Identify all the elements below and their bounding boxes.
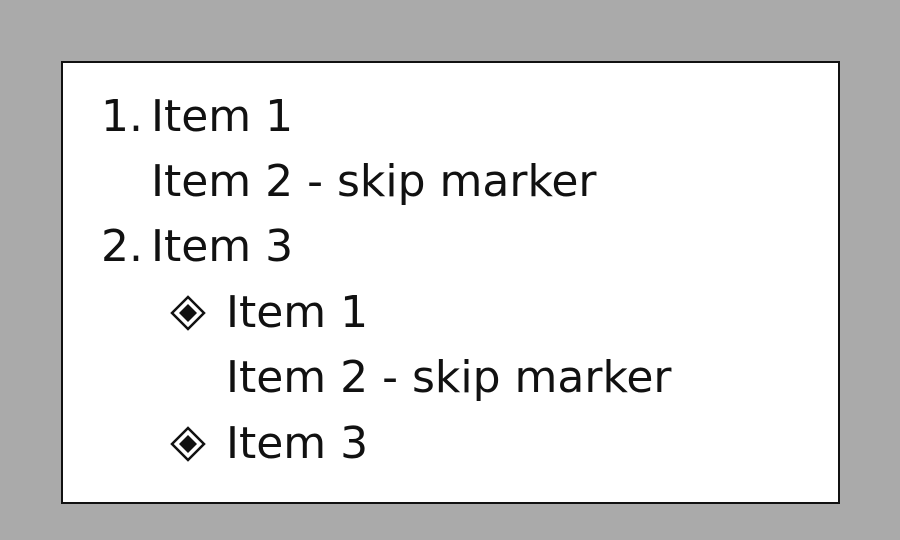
nested-list-item: Item 1	[63, 283, 823, 343]
list-item-label: Item 1	[151, 91, 294, 142]
nested-list-item: Item 3	[63, 414, 823, 474]
nested-list-item-label: Item 1	[226, 287, 369, 338]
list-item-number: 2.	[101, 221, 143, 272]
nested-list-item: Item 2 - skip marker	[63, 348, 823, 408]
list-item: 1. Item 1	[63, 87, 823, 147]
list-item-number: 1.	[101, 91, 143, 142]
list-item-label: Item 2 - skip marker	[151, 156, 597, 207]
list-item: 2. Item 3	[63, 217, 823, 277]
nested-list-item-label: Item 3	[226, 418, 369, 469]
nested-list-item-label: Item 2 - skip marker	[226, 352, 672, 403]
list-panel: 1. Item 1 Item 2 - skip marker 2. Item 3…	[61, 61, 840, 504]
list-item: Item 2 - skip marker	[63, 152, 823, 212]
list-item-label: Item 3	[151, 221, 294, 272]
